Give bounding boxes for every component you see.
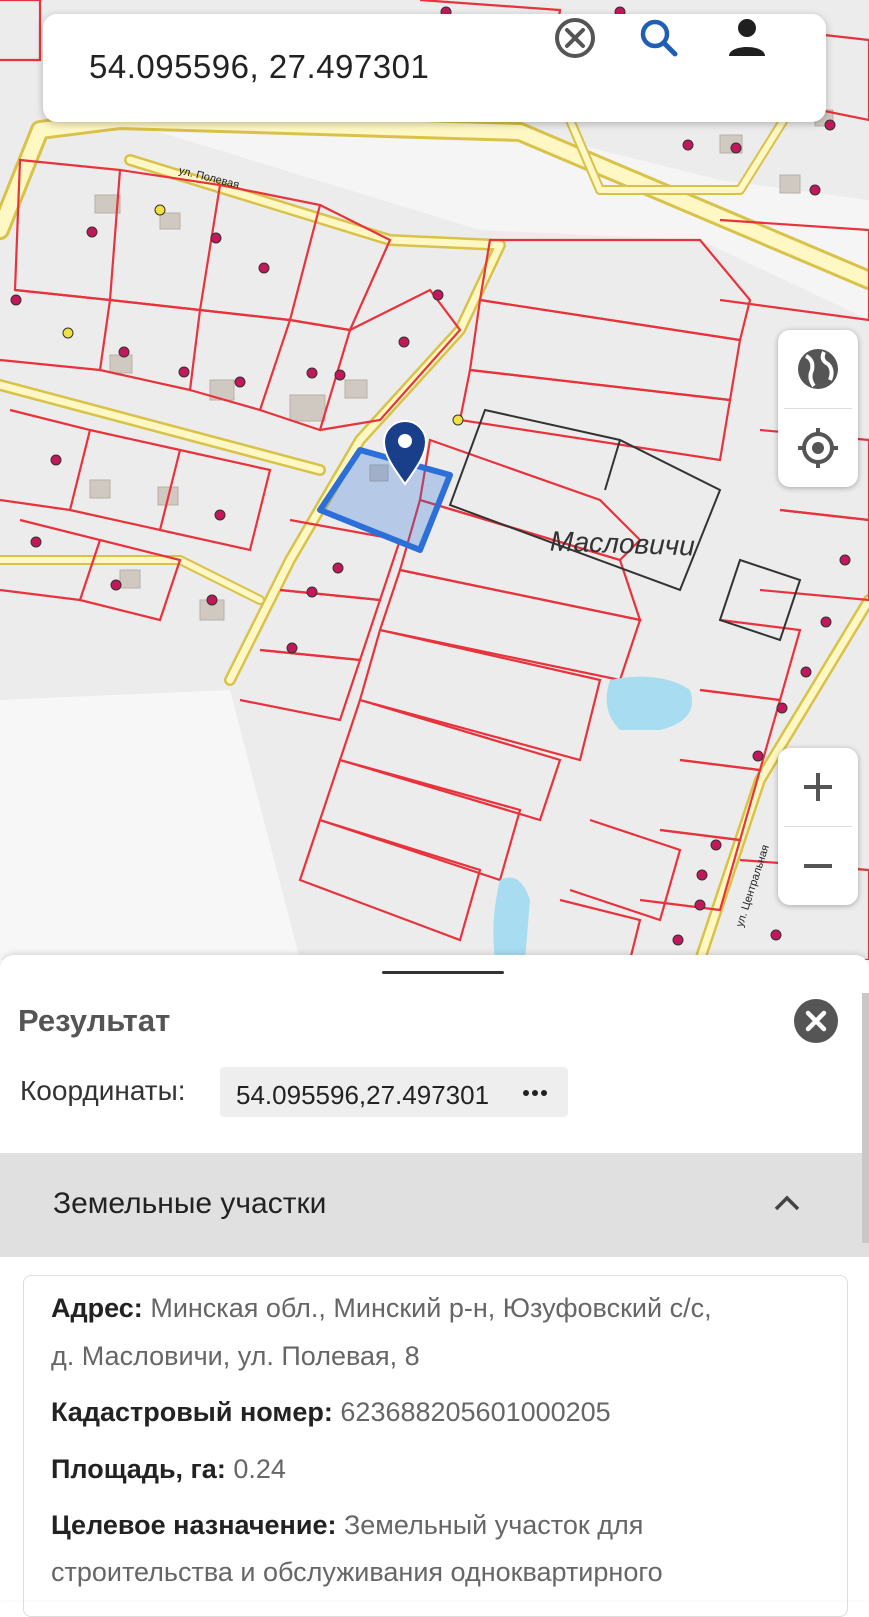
zoom-in-button[interactable] bbox=[778, 748, 858, 826]
map-view[interactable]: ул. Полевая ул. Центральная Масловичи 54… bbox=[0, 0, 869, 960]
area-row: Площадь, га: 0.24 bbox=[51, 1445, 821, 1493]
scrollbar[interactable] bbox=[862, 993, 869, 1243]
cadastral-map-layer bbox=[0, 0, 869, 960]
locate-me-button[interactable] bbox=[778, 409, 858, 487]
account-icon[interactable] bbox=[723, 14, 771, 62]
close-button[interactable] bbox=[794, 999, 838, 1043]
land-plots-section-header[interactable]: Земельные участки bbox=[0, 1153, 869, 1257]
coordinates-chip[interactable]: 54.095596,27.497301 bbox=[220, 1067, 568, 1117]
zoom-panel bbox=[778, 748, 858, 905]
my-location-icon bbox=[798, 428, 838, 468]
map-tools-panel bbox=[778, 330, 858, 487]
parcel-card: Адрес: Минская обл., Минский р-н, Юзуфов… bbox=[23, 1275, 848, 1617]
village-label: Масловичи bbox=[549, 525, 696, 562]
coordinates-value: 54.095596,27.497301 bbox=[236, 1080, 490, 1110]
coordinates-label: Координаты: bbox=[20, 1075, 186, 1106]
area-label: Площадь, га: bbox=[51, 1454, 226, 1484]
sheet-drag-handle[interactable] bbox=[382, 971, 504, 974]
address-line2: д. Масловичи, ул. Полевая, 8 bbox=[51, 1341, 420, 1371]
zoom-out-button[interactable] bbox=[778, 827, 858, 905]
clear-circle-icon[interactable] bbox=[551, 14, 599, 62]
search-icon[interactable] bbox=[635, 14, 683, 62]
address-row: Адрес: Минская обл., Минский р-н, Юзуфов… bbox=[51, 1284, 821, 1332]
cadastral-value: 623688205601000205 bbox=[340, 1397, 611, 1427]
purpose-label: Целевое назначение: bbox=[51, 1510, 337, 1540]
close-icon bbox=[805, 1010, 827, 1032]
plus-icon bbox=[804, 773, 832, 801]
address-label: Адрес: bbox=[51, 1293, 143, 1323]
purpose-line1: Земельный участок для bbox=[343, 1510, 644, 1540]
address-row-2: д. Масловичи, ул. Полевая, 8 bbox=[51, 1332, 821, 1380]
search-input[interactable]: 54.095596, 27.497301 bbox=[89, 48, 429, 86]
result-sheet: Результат Координаты: 54.095596,27.49730… bbox=[0, 955, 869, 1617]
cadastral-row: Кадастровый номер: 623688205601000205 bbox=[51, 1388, 821, 1436]
purpose-row: Целевое назначение: Земельный участок дл… bbox=[51, 1501, 821, 1549]
globe-icon bbox=[798, 349, 838, 389]
section-title: Земельные участки bbox=[53, 1187, 327, 1220]
search-bar[interactable]: 54.095596, 27.497301 bbox=[43, 14, 826, 122]
purpose-line2: строительства и обслуживания одноквартир… bbox=[51, 1557, 663, 1587]
purpose-row-2: строительства и обслуживания одноквартир… bbox=[51, 1548, 821, 1596]
result-title: Результат bbox=[18, 1003, 171, 1038]
minus-icon bbox=[804, 864, 832, 868]
area-value: 0.24 bbox=[233, 1454, 286, 1484]
cadastral-label: Кадастровый номер: bbox=[51, 1397, 333, 1427]
layers-button[interactable] bbox=[778, 330, 858, 408]
address-line1: Минская обл., Минский р-н, Юзуфовский с/… bbox=[150, 1293, 712, 1323]
chevron-up-icon[interactable] bbox=[772, 1191, 802, 1215]
more-horiz-icon[interactable] bbox=[522, 1089, 548, 1097]
